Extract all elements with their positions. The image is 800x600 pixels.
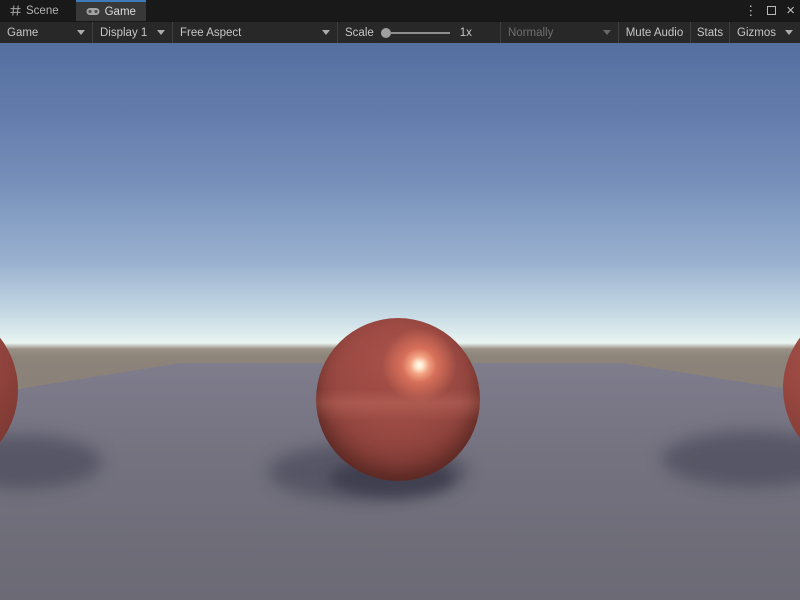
gamepad-icon [86,7,100,16]
scale-control: Scale 1x [337,22,500,43]
game-mode-dropdown[interactable]: Game [0,22,92,43]
display-label: Display 1 [100,27,147,39]
unity-game-window: Scene Game ⋮ × Game Display 1 [0,0,800,600]
stats-label: Stats [697,27,723,39]
chevron-down-icon [77,30,85,35]
chevron-down-icon [603,30,611,35]
scale-value: 1x [460,27,472,39]
close-icon[interactable]: × [786,3,795,18]
kebab-menu-icon[interactable]: ⋮ [744,4,757,17]
tab-game[interactable]: Game [76,0,146,21]
window-controls: ⋮ × [744,0,795,21]
tab-bar: Scene Game ⋮ × [0,0,800,21]
chevron-down-icon [157,30,165,35]
tab-scene-label: Scene [26,5,59,17]
mute-audio-button[interactable]: Mute Audio [618,22,690,43]
gizmos-dropdown[interactable]: Gizmos [729,22,800,43]
chevron-down-icon [322,30,330,35]
game-render-viewport[interactable] [0,43,800,600]
grid-icon [10,5,21,16]
tab-scene[interactable]: Scene [0,0,69,21]
display-dropdown[interactable]: Display 1 [92,22,172,43]
chevron-down-icon [785,30,793,35]
scale-label: Scale [345,27,374,39]
mute-audio-label: Mute Audio [626,27,684,39]
aspect-label: Free Aspect [180,27,241,39]
gizmos-label: Gizmos [737,27,776,39]
aspect-ratio-dropdown[interactable]: Free Aspect [172,22,337,43]
red-sphere-center [316,318,480,481]
stats-button[interactable]: Stats [690,22,729,43]
tab-game-label: Game [105,6,136,18]
game-view-toolbar: Game Display 1 Free Aspect Scale 1x Norm… [0,21,800,43]
play-mode-behavior-dropdown[interactable]: Normally [500,22,618,43]
scale-slider-track[interactable] [390,32,450,34]
maximize-icon[interactable] [767,6,776,15]
game-mode-label: Game [7,27,38,39]
play-mode-behavior-label: Normally [508,27,553,39]
